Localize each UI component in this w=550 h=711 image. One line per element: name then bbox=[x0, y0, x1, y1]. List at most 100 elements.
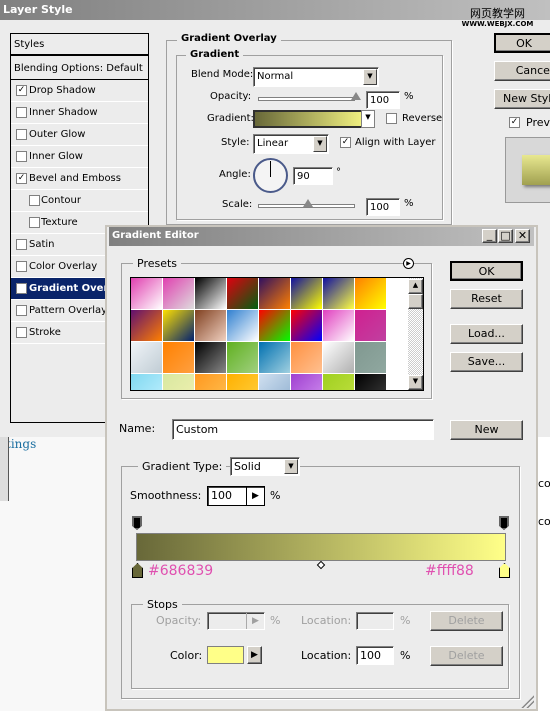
checkbox[interactable]: ✓ bbox=[16, 173, 27, 184]
preset-swatch[interactable] bbox=[355, 310, 386, 341]
cancel-button[interactable]: Cancel bbox=[494, 61, 550, 81]
arrow-right-icon[interactable]: ▶ bbox=[246, 487, 264, 505]
checkbox[interactable]: ✓ bbox=[16, 283, 27, 294]
gradient-bar[interactable] bbox=[136, 533, 506, 561]
scale-slider[interactable] bbox=[258, 199, 355, 208]
scale-input[interactable]: 100 bbox=[366, 198, 400, 216]
style-item[interactable]: Contour bbox=[11, 190, 148, 212]
reset-button[interactable]: Reset bbox=[450, 289, 523, 309]
ok-button[interactable]: OK bbox=[450, 261, 523, 281]
new-button[interactable]: New bbox=[450, 420, 523, 440]
preset-swatch[interactable] bbox=[131, 374, 162, 390]
scroll-thumb[interactable] bbox=[408, 294, 423, 309]
checkbox[interactable] bbox=[29, 195, 40, 206]
preset-swatch[interactable] bbox=[163, 374, 194, 390]
preset-swatch[interactable] bbox=[291, 374, 322, 390]
new-style-button[interactable]: New Style... bbox=[494, 89, 550, 109]
background-link[interactable]: tings bbox=[6, 437, 36, 451]
checkbox[interactable] bbox=[16, 107, 27, 118]
presets-menu-icon[interactable]: ▶ bbox=[403, 258, 414, 269]
preset-swatch[interactable] bbox=[355, 374, 386, 390]
style-item[interactable]: Inner Glow bbox=[11, 146, 148, 168]
align-with-layer-checkbox[interactable]: ✓ bbox=[340, 137, 351, 148]
checkbox[interactable] bbox=[16, 129, 27, 140]
scroll-up-icon[interactable]: ▲ bbox=[408, 279, 423, 294]
checkbox[interactable] bbox=[16, 327, 27, 338]
slider-thumb[interactable] bbox=[302, 199, 313, 207]
preset-swatch[interactable] bbox=[323, 278, 354, 309]
ok-button[interactable]: OK bbox=[494, 33, 550, 53]
load-button[interactable]: Load... bbox=[450, 324, 523, 344]
style-item[interactable]: Outer Glow bbox=[11, 124, 148, 146]
resize-grip-icon[interactable] bbox=[518, 692, 534, 708]
stop-color-swatch[interactable] bbox=[207, 646, 244, 664]
preset-swatch[interactable] bbox=[163, 342, 194, 373]
checkbox[interactable] bbox=[16, 261, 27, 272]
checkbox[interactable] bbox=[16, 305, 27, 316]
scroll-down-icon[interactable]: ▼ bbox=[408, 375, 423, 390]
preset-swatch[interactable] bbox=[291, 342, 322, 373]
stop-opacity-input[interactable]: ▶ bbox=[207, 612, 265, 630]
angle-dial[interactable] bbox=[253, 158, 288, 193]
style-item[interactable]: ✓ Drop Shadow bbox=[11, 80, 148, 102]
checkbox[interactable]: ✓ bbox=[16, 85, 27, 96]
style-select[interactable]: Linear ▼ bbox=[253, 134, 329, 154]
preset-swatch[interactable] bbox=[259, 278, 290, 309]
preset-swatch[interactable] bbox=[323, 374, 354, 390]
gradient-swatch[interactable]: ▼ bbox=[253, 110, 375, 128]
arrow-right-icon[interactable]: ▶ bbox=[247, 646, 262, 664]
style-item[interactable]: ✓ Bevel and Emboss bbox=[11, 168, 148, 190]
gradient-editor-titlebar[interactable]: Gradient Editor bbox=[109, 227, 534, 246]
slider-thumb[interactable] bbox=[351, 92, 361, 100]
chevron-down-icon[interactable]: ▼ bbox=[361, 110, 375, 128]
minimize-button[interactable]: _ bbox=[482, 229, 497, 243]
preset-swatch[interactable] bbox=[131, 278, 162, 309]
preset-swatch[interactable] bbox=[227, 374, 258, 390]
preset-swatch[interactable] bbox=[195, 310, 226, 341]
preset-swatch[interactable] bbox=[227, 278, 258, 309]
preset-swatch[interactable] bbox=[227, 342, 258, 373]
dialog-title: Layer Style bbox=[3, 3, 73, 16]
blending-options[interactable]: Blending Options: Default bbox=[11, 58, 148, 80]
preview-checkbox[interactable]: ✓ bbox=[509, 117, 520, 128]
checkbox[interactable] bbox=[29, 217, 40, 228]
stop-opacity-location-input[interactable] bbox=[356, 612, 394, 630]
preset-swatch[interactable] bbox=[131, 310, 162, 341]
preset-swatch[interactable] bbox=[131, 342, 162, 373]
preset-swatch[interactable] bbox=[323, 310, 354, 341]
style-item[interactable]: Inner Shadow bbox=[11, 102, 148, 124]
smoothness-input[interactable]: 100 ▶ bbox=[207, 486, 265, 506]
preset-swatch[interactable] bbox=[259, 342, 290, 373]
close-button[interactable]: ✕ bbox=[515, 229, 530, 243]
preset-swatch[interactable] bbox=[195, 374, 226, 390]
checkbox[interactable] bbox=[16, 151, 27, 162]
blend-mode-select[interactable]: Normal ▼ bbox=[253, 67, 379, 87]
preset-swatch[interactable] bbox=[195, 278, 226, 309]
delete-color-stop-button[interactable]: Delete bbox=[430, 646, 503, 666]
preset-swatch[interactable] bbox=[291, 278, 322, 309]
preset-swatch[interactable] bbox=[163, 278, 194, 309]
opacity-input[interactable]: 100 bbox=[366, 91, 400, 109]
delete-opacity-stop-button[interactable]: Delete bbox=[430, 611, 503, 631]
preset-swatch[interactable] bbox=[323, 342, 354, 373]
maximize-button[interactable]: □ bbox=[498, 229, 513, 243]
gradient-type-select[interactable]: Solid ▼ bbox=[230, 457, 300, 476]
preset-swatch[interactable] bbox=[355, 278, 386, 309]
opacity-slider[interactable] bbox=[258, 92, 361, 101]
angle-input[interactable]: 90 bbox=[293, 167, 333, 185]
save-button[interactable]: Save... bbox=[450, 352, 523, 372]
reverse-checkbox[interactable] bbox=[386, 113, 397, 124]
preset-swatch[interactable] bbox=[163, 310, 194, 341]
preset-swatch[interactable] bbox=[259, 310, 290, 341]
scrollbar[interactable]: ▲ ▼ bbox=[408, 278, 423, 390]
preset-swatch[interactable] bbox=[195, 342, 226, 373]
preset-swatch[interactable] bbox=[291, 310, 322, 341]
stop-opacity-location-label: Location: bbox=[301, 614, 352, 627]
preset-swatch[interactable] bbox=[355, 342, 386, 373]
name-input[interactable]: Custom bbox=[172, 419, 434, 440]
stop-color-location-input[interactable]: 100 bbox=[356, 646, 394, 665]
preset-swatch[interactable] bbox=[259, 374, 290, 390]
preset-swatch[interactable] bbox=[227, 310, 258, 341]
checkbox[interactable] bbox=[16, 239, 27, 250]
styles-header[interactable]: Styles bbox=[11, 34, 148, 56]
